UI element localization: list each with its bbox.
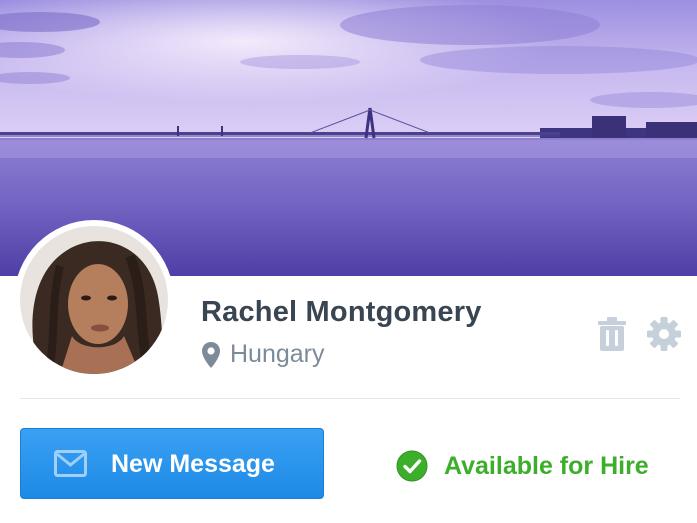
divider <box>20 398 680 399</box>
profile-name: Rachel Montgomery <box>201 296 482 328</box>
gear-icon <box>647 317 681 351</box>
availability-label: Available for Hire <box>444 451 649 480</box>
new-message-button[interactable]: New Message <box>20 428 324 499</box>
delete-button[interactable] <box>596 316 628 352</box>
avatar[interactable] <box>20 226 168 374</box>
map-pin-icon <box>202 341 220 368</box>
settings-button[interactable] <box>646 316 682 352</box>
profile-location: Hungary <box>201 340 325 369</box>
availability-status: Available for Hire <box>396 450 649 482</box>
new-message-label: New Message <box>111 450 275 478</box>
avatar-frame <box>14 220 174 380</box>
trash-icon <box>598 317 626 351</box>
location-label: Hungary <box>230 340 325 368</box>
envelope-icon <box>54 450 87 477</box>
check-circle-icon <box>396 450 428 482</box>
